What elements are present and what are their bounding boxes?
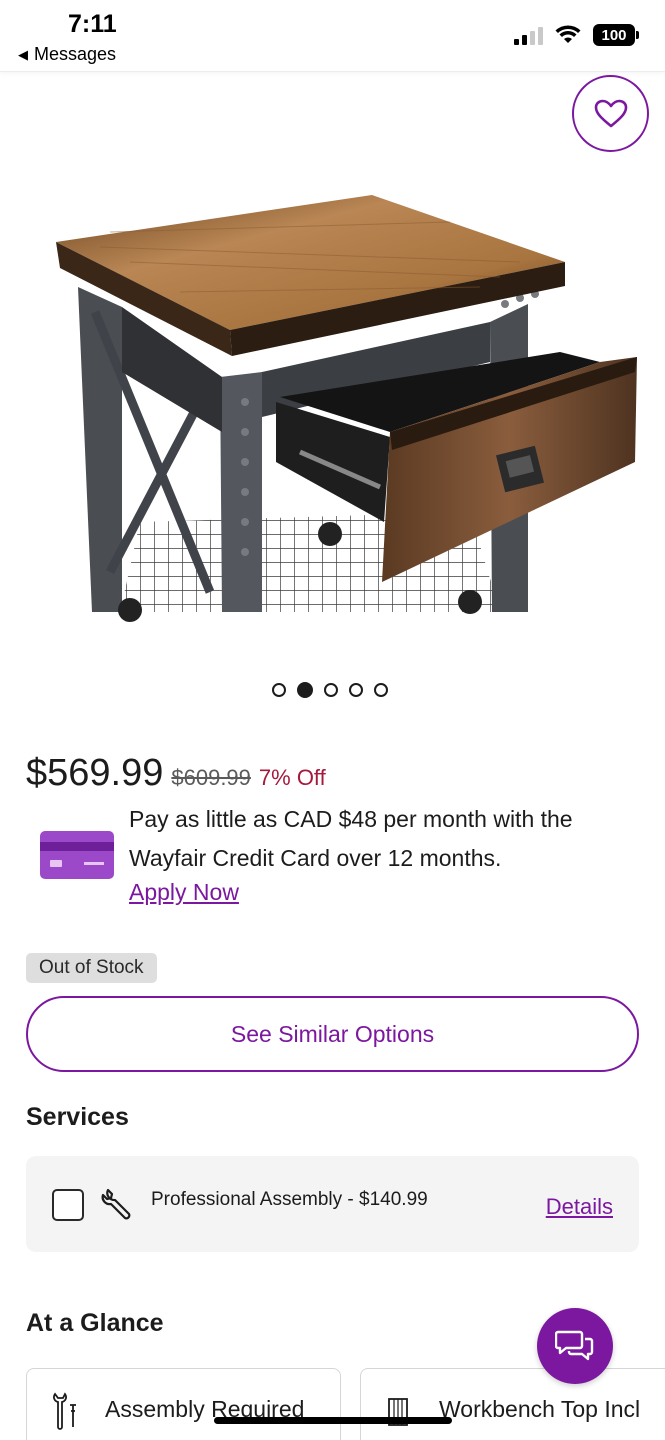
service-details-link[interactable]: Details xyxy=(546,1194,613,1220)
carousel-dot-active[interactable] xyxy=(297,682,313,698)
workbench-illustration xyxy=(56,195,637,622)
back-arrow-icon: ◀ xyxy=(18,46,28,62)
see-similar-options-button[interactable]: See Similar Options xyxy=(26,996,639,1072)
chat-bubbles-icon xyxy=(555,1330,594,1361)
chat-button[interactable] xyxy=(537,1308,613,1384)
financing-text: Pay as little as CAD $48 per month with … xyxy=(129,806,573,871)
back-to-messages-link[interactable]: ◀ Messages xyxy=(18,44,116,65)
carousel-dot[interactable] xyxy=(324,683,338,697)
credit-card-icon xyxy=(40,831,114,879)
status-indicators: 100 xyxy=(514,24,639,46)
apply-now-link[interactable]: Apply Now xyxy=(129,879,239,906)
product-image[interactable] xyxy=(0,72,665,642)
image-carousel-dots[interactable] xyxy=(272,682,388,698)
stock-status-badge: Out of Stock xyxy=(26,953,157,983)
wrench-screwdriver-icon xyxy=(53,1392,76,1430)
status-time: 7:11 xyxy=(68,10,117,38)
carousel-dot[interactable] xyxy=(374,683,388,697)
glance-card-assembly[interactable]: Assembly Required xyxy=(26,1368,341,1440)
heart-icon xyxy=(594,99,627,127)
carousel-dot[interactable] xyxy=(349,683,363,697)
assembly-checkbox[interactable] xyxy=(52,1189,84,1221)
favorite-button[interactable] xyxy=(572,75,649,152)
battery-icon: 100 xyxy=(593,24,639,46)
service-label: Professional Assembly - $140.99 xyxy=(151,1189,428,1210)
sale-price: $569.99 xyxy=(26,752,164,794)
back-label: Messages xyxy=(34,44,117,64)
original-price: $609.99 xyxy=(171,765,251,790)
wifi-icon xyxy=(555,25,581,43)
price-row: $569.99 $609.99 7% Off xyxy=(26,752,326,795)
wood-plank-icon xyxy=(388,1398,408,1426)
service-item: Professional Assembly - $140.99 Details xyxy=(26,1156,639,1252)
status-bar: 7:11 ◀ Messages 100 xyxy=(0,0,665,72)
cellular-signal-icon xyxy=(514,25,543,45)
carousel-dot[interactable] xyxy=(272,683,286,697)
glance-card-workbench-top[interactable]: Workbench Top Incl xyxy=(360,1368,665,1440)
at-a-glance-heading: At a Glance xyxy=(26,1309,164,1337)
wrench-icon xyxy=(101,1188,131,1220)
services-heading: Services xyxy=(26,1103,129,1131)
home-indicator[interactable] xyxy=(214,1417,452,1424)
glance-label: Workbench Top Incl xyxy=(439,1396,641,1422)
discount-label: 7% Off xyxy=(258,765,326,790)
